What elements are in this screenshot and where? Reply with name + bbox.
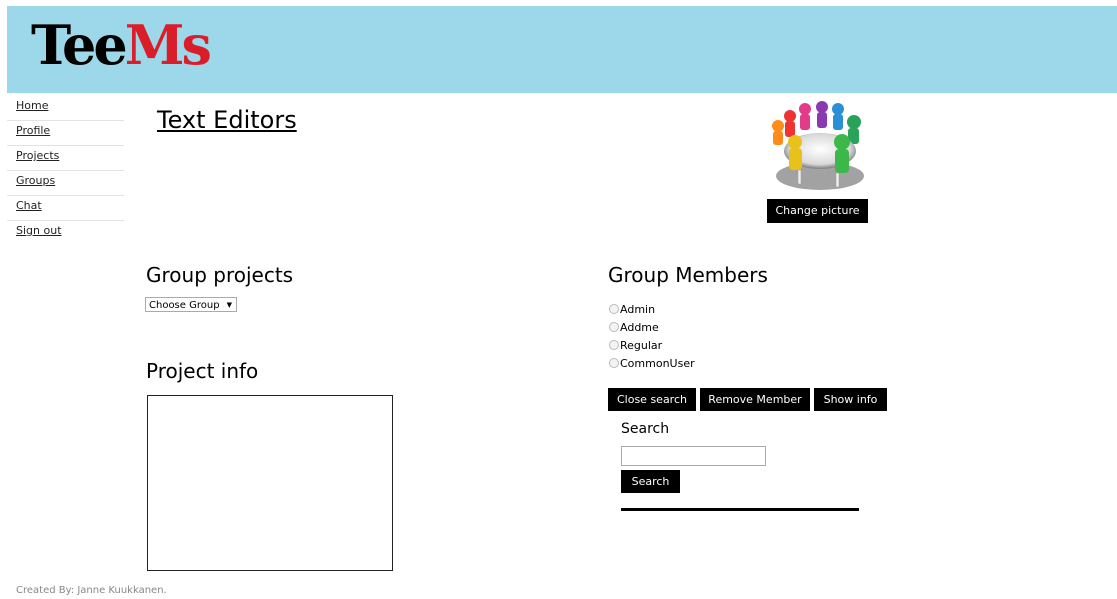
group-projects-heading: Group projects: [146, 263, 294, 287]
teems-logo[interactable]: TeeMs: [31, 18, 212, 72]
member-name: CommonUser: [620, 356, 695, 370]
nav-groups-link[interactable]: Groups: [7, 171, 124, 196]
member-list: Admin Addme Regular CommonUser: [609, 300, 695, 372]
member-name: Regular: [620, 338, 663, 352]
choose-group-value: Choose Group: [149, 300, 220, 311]
member-radio[interactable]: [609, 358, 619, 368]
nav-chat-link[interactable]: Chat: [7, 196, 124, 221]
page-title: Text Editors: [157, 106, 297, 134]
choose-group-select[interactable]: Choose Group ▼: [145, 297, 237, 312]
nav-profile-link[interactable]: Profile: [7, 121, 124, 146]
header-banner: TeeMs: [7, 6, 1117, 93]
search-button[interactable]: Search: [621, 470, 680, 493]
divider: [621, 508, 859, 511]
nav-home-link[interactable]: Home: [7, 96, 124, 121]
member-item: Addme: [609, 318, 695, 336]
sidebar-nav: Home Profile Projects Groups Chat Sign o…: [7, 96, 124, 245]
remove-member-button[interactable]: Remove Member: [700, 388, 810, 411]
search-label: Search: [621, 421, 670, 437]
member-item: Admin: [609, 300, 695, 318]
member-radio[interactable]: [609, 322, 619, 332]
group-meeting-icon: [772, 101, 864, 190]
project-info-box: [147, 395, 393, 571]
close-search-button[interactable]: Close search: [608, 388, 696, 411]
member-item: CommonUser: [609, 354, 695, 372]
member-name: Addme: [620, 320, 659, 334]
member-radio[interactable]: [609, 340, 619, 350]
member-name: Admin: [620, 302, 656, 316]
nav-sign-out-link[interactable]: Sign out: [7, 221, 124, 245]
chevron-down-icon: ▼: [226, 301, 232, 309]
member-radio[interactable]: [609, 304, 619, 314]
show-info-button[interactable]: Show info: [814, 388, 887, 411]
search-input[interactable]: [621, 446, 766, 466]
change-picture-button[interactable]: Change picture: [767, 199, 868, 223]
member-item: Regular: [609, 336, 695, 354]
project-info-heading: Project info: [146, 359, 259, 383]
footer-credit: Created By: Janne Kuukkanen.: [16, 585, 167, 596]
group-members-heading: Group Members: [608, 263, 768, 287]
nav-projects-link[interactable]: Projects: [7, 146, 124, 171]
